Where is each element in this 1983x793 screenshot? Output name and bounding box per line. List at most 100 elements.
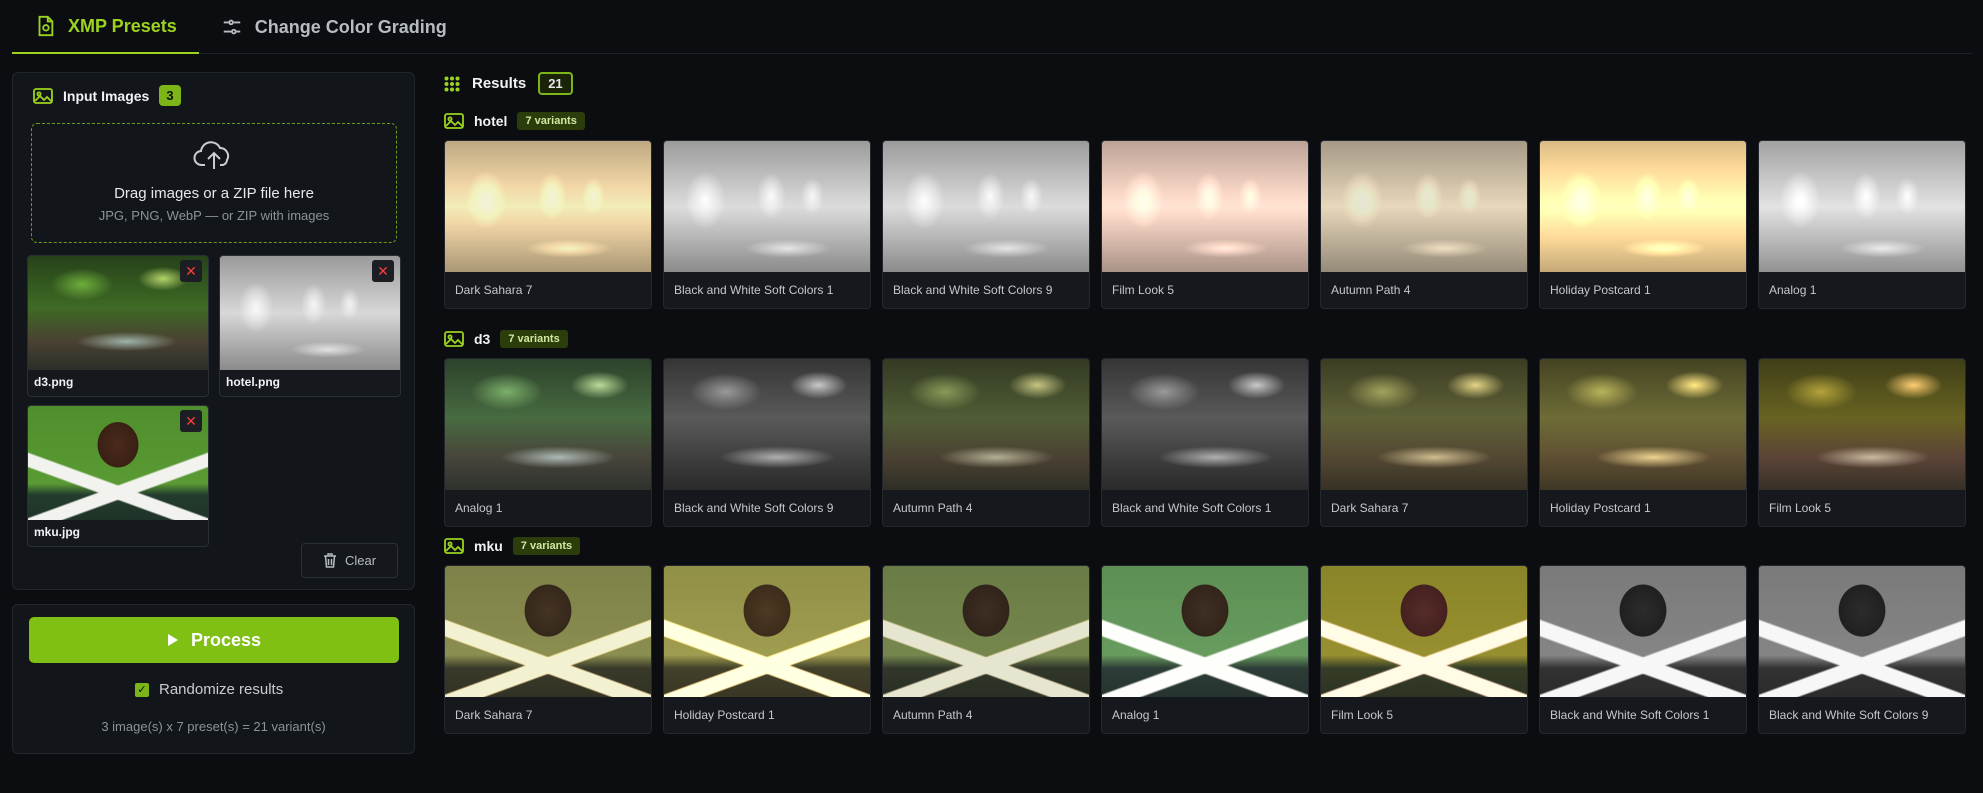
result-card[interactable]: Autumn Path 4 (882, 565, 1090, 734)
result-preset-label: Film Look 5 (1331, 708, 1394, 722)
result-card[interactable]: Dark Sahara 7 (444, 140, 652, 309)
result-image (1321, 359, 1527, 490)
result-image (445, 141, 651, 272)
tab-change-color-grading-label: Change Color Grading (254, 16, 447, 37)
input-images-panel: Input Images 3 Drag images or a ZIP file… (12, 72, 415, 590)
results-count-badge: 21 (538, 72, 573, 95)
result-preset-label: Autumn Path 4 (893, 501, 973, 515)
result-image (1102, 566, 1308, 697)
randomize-checkbox[interactable]: ✓ (135, 682, 149, 697)
process-panel: Process ✓ Randomize results 3 image(s) x… (12, 604, 415, 754)
result-card[interactable]: Film Look 5 (1320, 565, 1528, 734)
result-image (1321, 566, 1527, 697)
tab-xmp-presets[interactable]: XMP Presets (12, 0, 199, 54)
result-image (1540, 141, 1746, 272)
result-preset-label: Dark Sahara 7 (455, 708, 533, 722)
result-image (1321, 141, 1527, 272)
clear-button[interactable]: Clear (301, 543, 398, 578)
result-card[interactable]: Holiday Postcard 1 (663, 565, 871, 734)
close-icon[interactable]: ✕ (180, 260, 202, 282)
result-preset-label: Black and White Soft Colors 9 (674, 501, 834, 515)
thumbnail-filename: d3.png (34, 375, 74, 389)
result-image (664, 359, 870, 490)
thumbnail-filename: mku.jpg (34, 525, 81, 539)
result-preset-label: Autumn Path 4 (893, 708, 973, 722)
process-button[interactable]: Process (29, 617, 399, 663)
result-preset-label: Holiday Postcard 1 (674, 708, 775, 722)
result-card[interactable]: Black and White Soft Colors 1 (663, 140, 871, 309)
result-card[interactable]: Dark Sahara 7 (1320, 358, 1528, 527)
grid-icon (444, 76, 460, 91)
result-image (445, 566, 651, 697)
result-preset-label: Black and White Soft Colors 1 (674, 283, 834, 297)
process-button-label: Process (190, 629, 262, 650)
result-preset-label: Dark Sahara 7 (455, 283, 533, 297)
result-preset-label: Black and White Soft Colors 1 (1112, 501, 1272, 515)
thumbnail-filename: hotel.png (226, 375, 280, 389)
result-preset-label: Film Look 5 (1769, 501, 1832, 515)
dropzone-subtitle: JPG, PNG, WebP — or ZIP with images (98, 208, 330, 223)
result-image (883, 141, 1089, 272)
variants-badge: 7 variants (517, 112, 585, 130)
input-images-header: Input Images 3 (33, 85, 181, 106)
sliders-icon (223, 19, 240, 35)
file-preset-icon (38, 15, 54, 37)
result-card[interactable]: Analog 1 (1758, 140, 1966, 309)
result-card[interactable]: Holiday Postcard 1 (1539, 140, 1747, 309)
result-group-header: hotel 7 variants (444, 112, 585, 130)
result-image (1759, 141, 1965, 272)
result-image (883, 359, 1089, 490)
result-card[interactable]: Black and White Soft Colors 1 (1101, 358, 1309, 527)
result-card[interactable]: Black and White Soft Colors 1 (1539, 565, 1747, 734)
result-card[interactable]: Black and White Soft Colors 9 (882, 140, 1090, 309)
input-thumbnail[interactable]: ✕ hotel.png (219, 255, 401, 397)
results-header: Results 21 (444, 72, 573, 95)
dropzone[interactable]: Drag images or a ZIP file here JPG, PNG,… (31, 123, 397, 243)
result-preset-label: Analog 1 (455, 501, 503, 515)
input-count-badge: 3 (159, 85, 181, 106)
result-group-header: d3 7 variants (444, 330, 568, 348)
cloud-upload-icon (193, 141, 230, 169)
result-preset-label: Dark Sahara 7 (1331, 501, 1409, 515)
result-card[interactable]: Analog 1 (444, 358, 652, 527)
result-card[interactable]: Holiday Postcard 1 (1539, 358, 1747, 527)
close-icon[interactable]: ✕ (372, 260, 394, 282)
trash-icon (323, 553, 336, 568)
result-card[interactable]: Dark Sahara 7 (444, 565, 652, 734)
result-image (1102, 359, 1308, 490)
close-icon[interactable]: ✕ (180, 410, 202, 432)
result-preset-label: Black and White Soft Colors 1 (1550, 708, 1710, 722)
image-icon (444, 331, 464, 347)
result-card[interactable]: Film Look 5 (1101, 140, 1309, 309)
result-preset-label: Film Look 5 (1112, 283, 1175, 297)
result-group-name: mku (474, 538, 503, 554)
result-image (1759, 359, 1965, 490)
result-group-name: d3 (474, 331, 491, 347)
image-icon (444, 113, 464, 129)
result-card[interactable]: Black and White Soft Colors 9 (1758, 565, 1966, 734)
result-preset-label: Analog 1 (1112, 708, 1160, 722)
result-image (1540, 359, 1746, 490)
result-card[interactable]: Autumn Path 4 (1320, 140, 1528, 309)
input-thumbnail[interactable]: ✕ d3.png (27, 255, 209, 397)
variants-badge: 7 variants (500, 330, 568, 348)
input-images-title: Input Images (63, 87, 150, 104)
tab-bar: XMP Presets Change Color Grading (12, 0, 1972, 54)
tab-xmp-presets-label: XMP Presets (68, 15, 177, 36)
result-image (664, 566, 870, 697)
result-preset-label: Holiday Postcard 1 (1550, 283, 1651, 297)
result-preset-label: Black and White Soft Colors 9 (893, 283, 1053, 297)
result-card[interactable]: Analog 1 (1101, 565, 1309, 734)
result-preset-label: Black and White Soft Colors 9 (1769, 708, 1929, 722)
result-preset-label: Autumn Path 4 (1331, 283, 1411, 297)
result-card[interactable]: Black and White Soft Colors 9 (663, 358, 871, 527)
input-thumbnail[interactable]: ✕ mku.jpg (27, 405, 209, 547)
variants-badge: 7 variants (512, 537, 581, 555)
result-image (445, 359, 651, 490)
image-icon (444, 538, 464, 554)
result-card[interactable]: Autumn Path 4 (882, 358, 1090, 527)
tab-change-color-grading[interactable]: Change Color Grading (199, 0, 469, 54)
randomize-toggle[interactable]: ✓ Randomize results (135, 681, 283, 698)
result-image (1759, 566, 1965, 697)
result-card[interactable]: Film Look 5 (1758, 358, 1966, 527)
